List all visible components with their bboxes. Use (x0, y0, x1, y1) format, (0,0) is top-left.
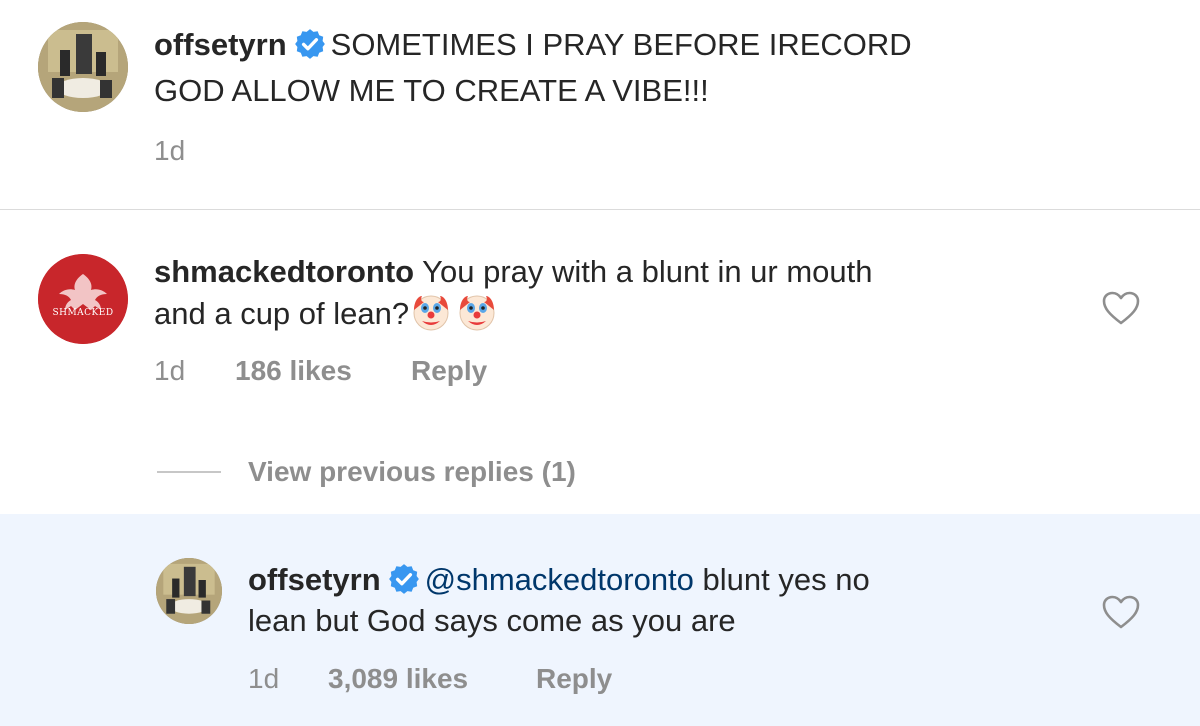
comment-time: 1d (154, 355, 186, 386)
caption-text-line1: SOMETIMES I PRAY BEFORE IRECORD (330, 27, 912, 62)
reply-likes[interactable]: 3,089 likes (328, 662, 468, 696)
caption-avatar[interactable] (38, 22, 128, 112)
comment-avatar[interactable]: SHMACKED (38, 254, 128, 344)
divider (0, 209, 1200, 210)
caption-text-line2: GOD ALLOW ME TO CREATE A VIBE!!! (154, 73, 709, 108)
reply-avatar[interactable] (156, 558, 222, 624)
clown-face-icon (459, 295, 495, 331)
caption-text: offsetyrn SOMETIMES I PRAY BEFORE IRECORD (154, 24, 912, 65)
reply-like-heart-icon[interactable] (1101, 594, 1141, 630)
comment-username[interactable]: shmackedtoronto (154, 254, 414, 289)
comment-reply-button[interactable]: Reply (411, 354, 487, 388)
comment-likes[interactable]: 186 likes (235, 354, 352, 388)
caption-time: 1d (154, 135, 186, 166)
verified-badge-icon (388, 564, 419, 594)
caption-username[interactable]: offsetyrn (154, 27, 287, 62)
comment-like-heart-icon[interactable] (1101, 290, 1141, 326)
view-replies-line (157, 471, 221, 473)
verified-badge-icon (294, 29, 325, 59)
comment-text: shmackedtoronto You pray with a blunt in… (154, 251, 873, 292)
reply-username[interactable]: offsetyrn (248, 562, 381, 597)
reply-text-line1: blunt yes no (702, 562, 870, 597)
reply-reply-button[interactable]: Reply (536, 662, 612, 696)
reply-text: offsetyrn @shmackedtoronto blunt yes no (248, 559, 870, 600)
comment-text-line2: and a cup of lean? (154, 296, 410, 331)
comment-text-line1: You pray with a blunt in ur mouth (422, 254, 873, 289)
reply-mention[interactable]: @shmackedtoronto (425, 562, 694, 597)
comment-avatar-text: SHMACKED (52, 308, 114, 318)
reply-time: 1d (248, 663, 280, 694)
clown-face-icon (413, 295, 449, 331)
view-previous-replies[interactable]: View previous replies (1) (248, 455, 576, 489)
comment-text-line2-row: and a cup of lean? (154, 292, 497, 334)
reply-text-line2: lean but God says come as you are (248, 603, 736, 638)
